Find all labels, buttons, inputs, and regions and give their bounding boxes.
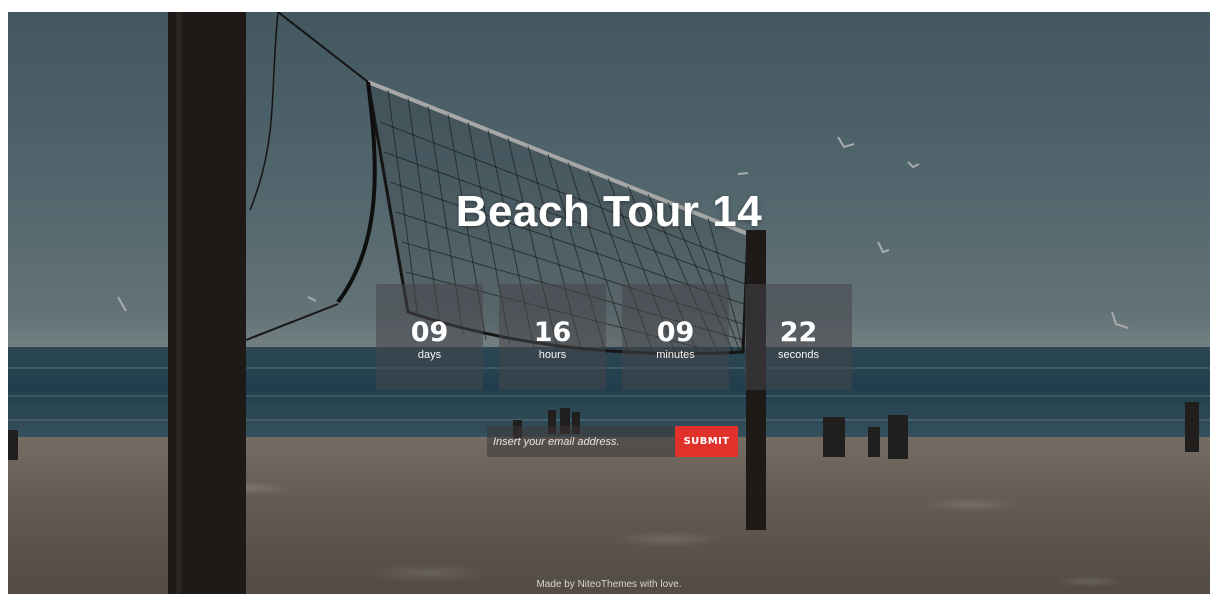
countdown-days-value: 09	[410, 317, 449, 348]
countdown-days: 09 days	[376, 284, 483, 390]
background-photo: Beach Tour 14 09 days 16 hours 09 minute…	[8, 12, 1210, 594]
countdown-hours: 16 hours	[499, 284, 606, 390]
page-title: Beach Tour 14	[455, 187, 763, 236]
countdown-days-label: days	[417, 349, 442, 361]
footer-credit-link[interactable]: Made by NiteoThemes with love.	[536, 579, 681, 590]
countdown-hours-value: 16	[533, 317, 572, 348]
countdown-seconds: 22 seconds	[745, 284, 852, 390]
countdown-minutes-label: minutes	[656, 349, 695, 361]
countdown-hours-label: hours	[538, 349, 567, 361]
submit-button[interactable]: SUBMIT	[675, 426, 738, 457]
subscribe-form: SUBMIT	[487, 426, 738, 457]
countdown-minutes: 09 minutes	[622, 284, 729, 390]
countdown-timer: 09 days 16 hours 09 minutes 22 seconds	[376, 284, 852, 390]
footer-credit: Made by NiteoThemes with love.	[8, 579, 1210, 590]
countdown-minutes-value: 09	[656, 317, 695, 348]
countdown-seconds-value: 22	[779, 317, 818, 348]
email-input[interactable]	[487, 426, 675, 457]
countdown-seconds-label: seconds	[778, 349, 819, 361]
